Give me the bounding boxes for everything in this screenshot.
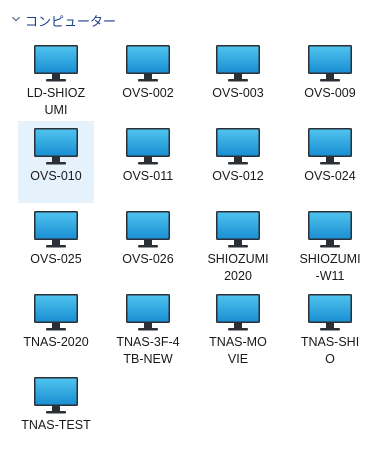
monitor-icon [34,377,78,414]
computer-label: OVS-024 [304,169,356,183]
computer-label: SHIOZUMI 2020 [207,252,269,283]
monitor-icon [34,45,78,82]
computer-item-tnas-movie[interactable]: TNAS-MO VIE [200,287,276,369]
computer-item-tnas-shio[interactable]: TNAS-SHI O [292,287,368,369]
computer-item-ovs-025[interactable]: OVS-025 [18,204,94,286]
computer-label: OVS-009 [304,86,356,100]
monitor-icon [308,45,352,82]
monitor-icon [126,45,170,82]
computer-item-ovs-026[interactable]: OVS-026 [110,204,186,286]
monitor-icon [308,128,352,165]
computer-item-shiozumi-w11[interactable]: SHIOZUMI -W11 [292,204,368,286]
computer-label: TNAS-MO VIE [209,335,267,366]
computer-item-ovs-002[interactable]: OVS-002 [110,38,186,120]
monitor-icon [34,294,78,331]
computer-item-ovs-010[interactable]: OVS-010 [18,121,94,203]
computer-label: OVS-026 [122,252,174,266]
monitor-icon [126,211,170,248]
monitor-icon [216,45,260,82]
computer-label: SHIOZUMI -W11 [299,252,361,283]
computer-label: OVS-011 [122,169,174,183]
computer-label: TNAS-TEST [21,418,91,432]
computer-label: OVS-012 [212,169,264,183]
group-title: コンピューター [25,14,117,29]
monitor-icon [34,211,78,248]
computer-item-ovs-012[interactable]: OVS-012 [200,121,276,203]
computer-label: OVS-002 [122,86,174,100]
computer-item-ovs-024[interactable]: OVS-024 [292,121,368,203]
computer-item-tnas-3f-4tb-new[interactable]: TNAS-3F-4 TB-NEW [110,287,186,369]
computer-item-tnas-2020[interactable]: TNAS-2020 [18,287,94,369]
computer-label: TNAS-2020 [23,335,89,349]
monitor-icon [216,128,260,165]
monitor-icon [34,128,78,165]
monitor-icon [216,294,260,331]
computer-item-ovs-009[interactable]: OVS-009 [292,38,368,120]
computer-label: OVS-025 [30,252,82,266]
monitor-icon [308,211,352,248]
group-header-computers[interactable]: コンピューター [0,9,380,29]
computer-label: OVS-010 [30,169,82,183]
computer-item-tnas-test[interactable]: TNAS-TEST [18,370,94,452]
monitor-icon [126,128,170,165]
computer-label: TNAS-3F-4 TB-NEW [116,335,180,366]
monitor-icon [308,294,352,331]
computer-label: LD-SHIOZ UMI [26,86,86,117]
monitor-icon [216,211,260,248]
computer-label: TNAS-SHI O [300,335,360,366]
monitor-icon [126,294,170,331]
computer-label: OVS-003 [212,86,264,100]
computer-item-ovs-003[interactable]: OVS-003 [200,38,276,120]
computer-item-ovs-011[interactable]: OVS-011 [110,121,186,203]
computer-item-ld-shiozumi[interactable]: LD-SHIOZ UMI [18,38,94,120]
chevron-down-icon[interactable] [11,14,21,24]
computer-item-shiozumi2020[interactable]: SHIOZUMI 2020 [200,204,276,286]
